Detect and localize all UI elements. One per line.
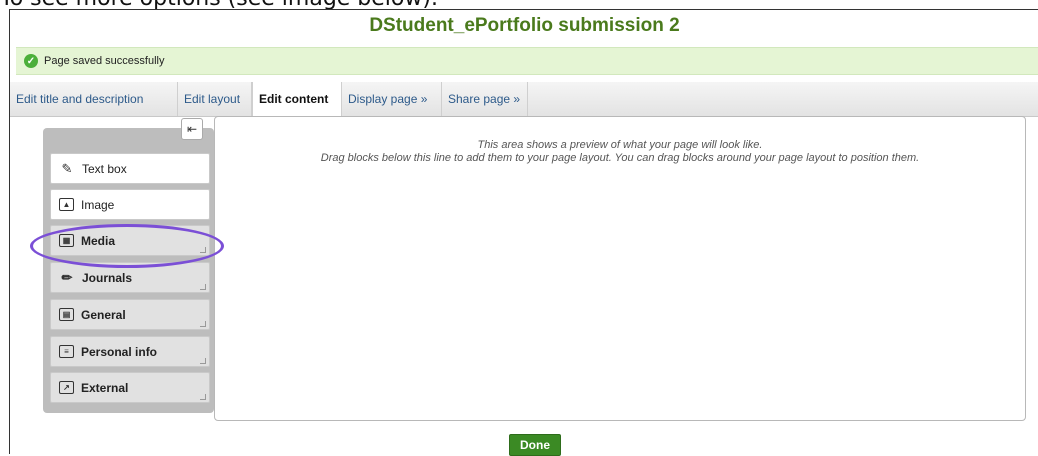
tab-share-page[interactable]: Share page » [442,82,528,116]
block-label: Image [81,197,115,212]
tab-edit-title[interactable]: Edit title and description [10,82,178,116]
check-circle-icon: ✓ [24,54,38,68]
id-card-icon: ≡ [59,345,74,358]
browser-frame: DStudent_ePortfolio submission 2 ✓ Page … [9,9,1038,456]
resize-grip [200,358,206,364]
preview-hint-line-2: Drag blocks below this line to add them … [320,152,920,164]
block-general[interactable]: ▤ General [50,299,210,330]
pencil-icon: ✏ [61,269,73,285]
page-preview-area[interactable]: This area shows a preview of what your p… [214,116,1026,421]
notice-text: Page saved successfully [44,55,165,67]
preview-hint-line-1: This area shows a preview of what your p… [477,139,763,151]
block-label: Journals [82,270,133,285]
block-personal-info[interactable]: ≡ Personal info [50,336,210,367]
block-label: Personal info [81,344,158,359]
block-label: General [81,307,126,322]
collapse-sidebar-icon[interactable]: ⇤ [181,118,203,140]
tab-edit-content[interactable]: Edit content [252,82,342,117]
external-icon: ↗ [59,381,74,394]
block-external[interactable]: ↗ External [50,372,210,403]
image-icon: ▲ [59,198,74,211]
tab-display-page[interactable]: Display page » [342,82,442,116]
resize-grip [200,394,206,400]
resize-grip [200,321,206,327]
tab-bar: Edit title and description Edit layout E… [10,82,1038,117]
block-image[interactable]: ▲ Image [50,189,210,220]
block-text-box[interactable]: ✎ Text box [50,153,210,184]
media-highlight-ellipse [30,224,224,268]
tab-edit-layout[interactable]: Edit layout [178,82,252,116]
block-label: Text box [82,161,127,176]
page-title: DStudent_ePortfolio submission 2 [369,15,680,36]
general-icon: ▤ [59,308,74,321]
resize-grip [200,284,206,290]
text-box-icon: ✎ [61,160,73,176]
block-label: External [81,380,129,395]
success-notice: ✓ Page saved successfully [16,47,1038,75]
